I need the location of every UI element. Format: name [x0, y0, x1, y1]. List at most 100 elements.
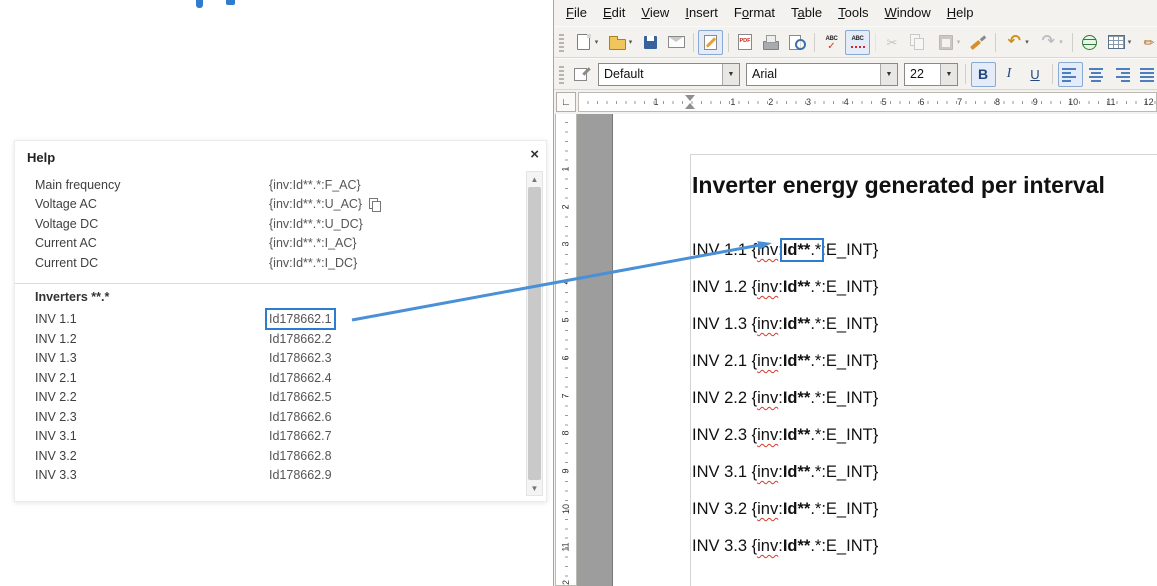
- inverter-id[interactable]: Id178662.6: [269, 410, 332, 424]
- close-icon[interactable]: ×: [530, 147, 539, 162]
- inverter-id[interactable]: Id178662.9: [269, 468, 332, 482]
- misspelled-word: inv: [757, 463, 778, 481]
- inverter-row[interactable]: INV 1.2 Id178662.2: [15, 329, 520, 349]
- underline-button[interactable]: U: [1023, 62, 1048, 87]
- combo-dropdown-icon[interactable]: ▼: [940, 64, 957, 85]
- inverter-row[interactable]: INV 2.1 Id178662.4: [15, 368, 520, 388]
- dropdown-arrow-icon[interactable]: ▾: [957, 38, 961, 46]
- document-line[interactable]: INV 3.3 {inv:Id**.*:E_INT}: [692, 528, 878, 565]
- parameter-row[interactable]: Voltage DC {inv:Id**.*:U_DC}: [15, 214, 520, 234]
- dropdown-arrow-icon[interactable]: ▾: [1025, 38, 1029, 46]
- undo-button[interactable]: ↶ ▾: [1000, 30, 1033, 55]
- align-left-button[interactable]: [1058, 62, 1083, 87]
- inverter-id[interactable]: Id178662.3: [269, 351, 332, 365]
- parameter-row[interactable]: Main frequency {inv:Id**.*:F_AC}: [15, 175, 520, 195]
- menu-table[interactable]: Table: [783, 2, 830, 24]
- inverter-row[interactable]: INV 2.2 Id178662.5: [15, 388, 520, 408]
- dropdown-arrow-icon[interactable]: ▾: [1059, 38, 1063, 46]
- inverter-id[interactable]: Id178662.7: [269, 429, 332, 443]
- document-page[interactable]: Inverter energy generated per interval I…: [612, 114, 1157, 586]
- menu-format[interactable]: Format: [726, 2, 783, 24]
- document-heading[interactable]: Inverter energy generated per interval: [692, 172, 1105, 199]
- combo-dropdown-icon[interactable]: ▼: [722, 64, 739, 85]
- indent-marker[interactable]: [685, 95, 695, 109]
- document-line[interactable]: INV 3.2 {inv:Id**.*:E_INT}: [692, 491, 878, 528]
- inverter-row[interactable]: INV 3.3 Id178662.9: [15, 466, 520, 486]
- copy-icon[interactable]: [369, 198, 381, 211]
- toolbar-drag-handle[interactable]: [559, 32, 564, 52]
- document-line[interactable]: INV 2.3 {inv:Id**.*:E_INT}: [692, 417, 878, 454]
- parameter-row[interactable]: Voltage AC {inv:Id**.*:U_AC}: [15, 195, 520, 215]
- menu-insert[interactable]: Insert: [677, 2, 726, 24]
- format-paintbrush-button[interactable]: ▾: [966, 30, 991, 55]
- document-line[interactable]: INV 1.2 {inv:Id**.*:E_INT}: [692, 269, 878, 306]
- document-line[interactable]: INV 1.3 {inv:Id**.*:E_INT}: [692, 306, 878, 343]
- help-scrollbar[interactable]: ▲ ▼: [526, 171, 543, 496]
- horizontal-ruler[interactable]: 1 1 2 3 4 5 6 7 8 9: [578, 92, 1157, 112]
- paragraph-style-combobox[interactable]: Default ▼: [598, 63, 740, 86]
- font-name-combobox[interactable]: Arial ▼: [746, 63, 898, 86]
- italic-button[interactable]: I: [997, 62, 1022, 87]
- align-right-button[interactable]: [1110, 62, 1135, 87]
- inverter-id[interactable]: Id178662.1: [269, 312, 332, 326]
- menu-window[interactable]: Window: [877, 2, 939, 24]
- inverter-id[interactable]: Id178662.2: [269, 332, 332, 346]
- vertical-ruler[interactable]: 1 2 3 4 5 6 7 8 9 10: [555, 114, 577, 586]
- edit-file-button[interactable]: ▾: [698, 30, 723, 55]
- justify-button[interactable]: [1136, 62, 1157, 87]
- font-size-combobox[interactable]: 22 ▼: [904, 63, 958, 86]
- inverter-id[interactable]: Id178662.4: [269, 371, 332, 385]
- document-body: INV 1.1 {inv:Id**.*:E_INT} INV 1.2 {inv:…: [692, 232, 878, 565]
- redo-button[interactable]: ↷ ▾: [1034, 30, 1067, 55]
- inverter-id[interactable]: Id178662.5: [269, 390, 332, 404]
- email-button[interactable]: ▾: [664, 30, 689, 55]
- bold-icon: B: [973, 64, 993, 84]
- menu-view[interactable]: View: [633, 2, 677, 24]
- open-button[interactable]: ▾: [604, 30, 637, 55]
- inverter-row[interactable]: INV 3.1 Id178662.7: [15, 427, 520, 447]
- hyperlink-button[interactable]: ▾: [1077, 30, 1102, 55]
- document-area: 1 2 3 4 5 6 7 8 9 10: [554, 114, 1157, 586]
- inverter-row[interactable]: INV 1.3 Id178662.3: [15, 349, 520, 369]
- parameter-row[interactable]: Current DC {inv:Id**.*:I_DC}: [15, 253, 520, 273]
- spellcheck-button[interactable]: ▾: [819, 30, 844, 55]
- scroll-down-icon[interactable]: ▼: [527, 481, 542, 495]
- dropdown-arrow-icon[interactable]: ▾: [629, 38, 633, 46]
- field-placeholder: Id**.*: [783, 315, 822, 333]
- align-center-button[interactable]: [1084, 62, 1109, 87]
- combo-dropdown-icon[interactable]: ▼: [880, 64, 897, 85]
- menu-file[interactable]: File: [558, 2, 595, 24]
- document-line[interactable]: INV 2.2 {inv:Id**.*:E_INT}: [692, 380, 878, 417]
- new-document-button[interactable]: ▾: [570, 30, 603, 55]
- inverter-row[interactable]: INV 2.3 Id178662.6: [15, 407, 520, 427]
- menu-help[interactable]: Help: [939, 2, 982, 24]
- inverter-id[interactable]: Id178662.8: [269, 449, 332, 463]
- scroll-up-icon[interactable]: ▲: [527, 172, 542, 186]
- document-line[interactable]: INV 1.1 {inv:Id**.*:E_INT}: [692, 232, 878, 269]
- bold-button[interactable]: B: [971, 62, 996, 87]
- export-pdf-button[interactable]: ▾: [733, 30, 758, 55]
- autospellcheck-button[interactable]: ▾: [845, 30, 870, 55]
- dropdown-arrow-icon[interactable]: ▾: [595, 38, 599, 46]
- tab-stop-type-button[interactable]: ∟: [556, 92, 576, 112]
- scrollbar-thumb[interactable]: [528, 187, 541, 480]
- page-preview-button[interactable]: ▾: [785, 30, 810, 55]
- inverter-row[interactable]: INV 1.1 Id178662.1: [15, 310, 520, 330]
- menu-edit[interactable]: Edit: [595, 2, 633, 24]
- toolbar-drag-handle[interactable]: [559, 64, 564, 84]
- table-button[interactable]: ▾: [1103, 30, 1136, 55]
- dropdown-arrow-icon[interactable]: ▾: [1128, 38, 1132, 46]
- menu-tools[interactable]: Tools: [830, 2, 876, 24]
- copy-button[interactable]: ▾: [906, 30, 931, 55]
- cut-button[interactable]: ✂ ▾: [880, 30, 905, 55]
- print-button[interactable]: ▾: [759, 30, 784, 55]
- draw-functions-button[interactable]: ✏ ▾: [1137, 30, 1157, 55]
- save-button[interactable]: ▾: [638, 30, 663, 55]
- styles-window-button[interactable]: [570, 62, 595, 87]
- inverter-row[interactable]: INV 3.2 Id178662.8: [15, 446, 520, 466]
- paste-button[interactable]: ▾: [932, 30, 965, 55]
- parameter-row[interactable]: Current AC {inv:Id**.*:I_AC}: [15, 234, 520, 254]
- document-line[interactable]: INV 2.1 {inv:Id**.*:E_INT}: [692, 343, 878, 380]
- document-line[interactable]: INV 3.1 {inv:Id**.*:E_INT}: [692, 454, 878, 491]
- misspelled-word: inv: [757, 241, 778, 259]
